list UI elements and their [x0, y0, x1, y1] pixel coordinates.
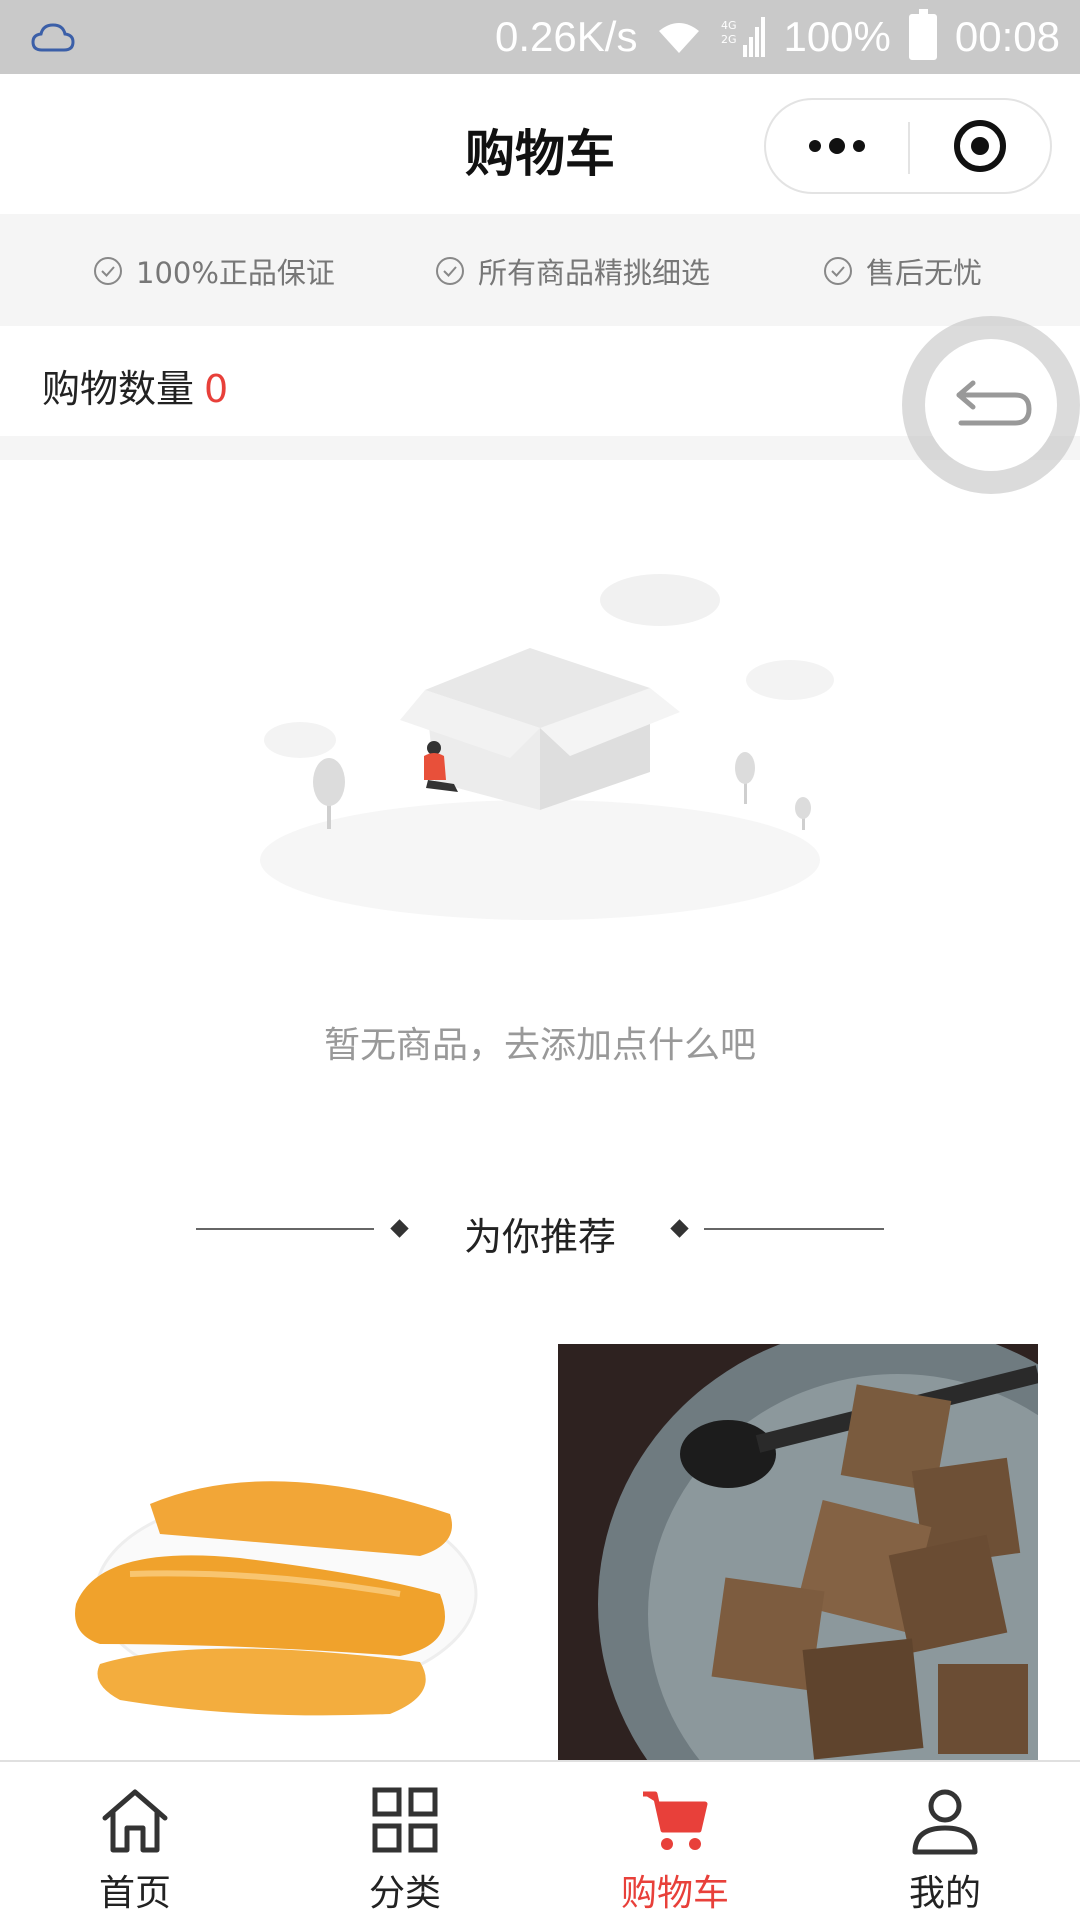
- check-circle-icon: [436, 257, 464, 285]
- net-speed: 0.26K/s: [495, 13, 638, 60]
- close-button[interactable]: [910, 100, 1050, 192]
- tab-home[interactable]: 首页: [0, 1762, 270, 1920]
- floating-back-button[interactable]: [902, 316, 1080, 494]
- product-card[interactable]: [558, 1344, 1038, 1760]
- tab-category[interactable]: 分类: [270, 1762, 540, 1920]
- guarantee-item: 售后无忧: [822, 250, 982, 292]
- mini-program-capsule: [764, 98, 1052, 194]
- cart-count: 购物数量 0: [42, 358, 228, 413]
- tab-cart[interactable]: 购物车: [540, 1762, 810, 1920]
- target-close-icon: [954, 120, 1006, 172]
- more-dots-icon: [809, 140, 821, 152]
- home-icon: [102, 1789, 168, 1853]
- empty-cart-illustration: [260, 574, 834, 920]
- product-image: [75, 1481, 478, 1716]
- wifi-icon: [659, 23, 700, 53]
- product-image: [558, 1344, 1038, 1760]
- guarantee-label: 所有商品精挑细选: [478, 256, 711, 290]
- svg-text:2G: 2G: [721, 33, 737, 46]
- guarantee-label: 售后无忧: [866, 256, 983, 290]
- guarantee-label: 100%正品保证: [136, 256, 335, 290]
- recommend-header: 为你推荐: [0, 1200, 1080, 1260]
- cart-count-label: 购物数量: [42, 367, 195, 411]
- cloud-icon: [31, 23, 75, 52]
- more-dots-icon: [853, 140, 865, 152]
- nav-bar: 购物车: [0, 74, 1080, 212]
- cart-icon: [643, 1791, 708, 1850]
- more-dots-icon: [829, 138, 845, 154]
- app-root: 0.26K/s 4G 2G 100% 00:08 购物车 100%正品保证 所有…: [0, 0, 1080, 1920]
- battery-icon: [908, 9, 937, 60]
- check-circle-icon: [94, 257, 122, 285]
- more-button[interactable]: [766, 100, 908, 192]
- empty-cart-message: 暂无商品，去添加点什么吧: [323, 1025, 756, 1066]
- user-icon: [912, 1789, 978, 1855]
- tab-label: 我的: [908, 1873, 981, 1914]
- recommend-title: 为你推荐: [463, 1215, 616, 1259]
- divider-line: [704, 1228, 884, 1230]
- signal-icon: 4G 2G: [721, 17, 766, 57]
- guarantee-item: 100%正品保证: [92, 250, 335, 292]
- svg-text:4G: 4G: [721, 19, 737, 32]
- grid-icon: [372, 1787, 438, 1853]
- product-card[interactable]: [40, 1344, 520, 1760]
- tab-label: 首页: [98, 1873, 171, 1914]
- tab-bar: 首页 分类 购物车 我的: [0, 1760, 1080, 1920]
- check-circle-icon: [824, 257, 852, 285]
- tab-label: 购物车: [620, 1873, 729, 1914]
- battery-percent: 100%: [783, 13, 891, 60]
- tab-profile[interactable]: 我的: [810, 1762, 1080, 1920]
- cart-count-value: 0: [204, 367, 229, 411]
- guarantee-strip: 100%正品保证 所有商品精挑细选 售后无忧: [0, 214, 1080, 326]
- guarantee-item: 所有商品精挑细选: [434, 250, 710, 292]
- tab-label: 分类: [368, 1873, 441, 1914]
- status-bar: 0.26K/s 4G 2G 100% 00:08: [0, 0, 1080, 74]
- clock: 00:08: [954, 13, 1060, 60]
- back-arrow-icon: [956, 380, 1032, 426]
